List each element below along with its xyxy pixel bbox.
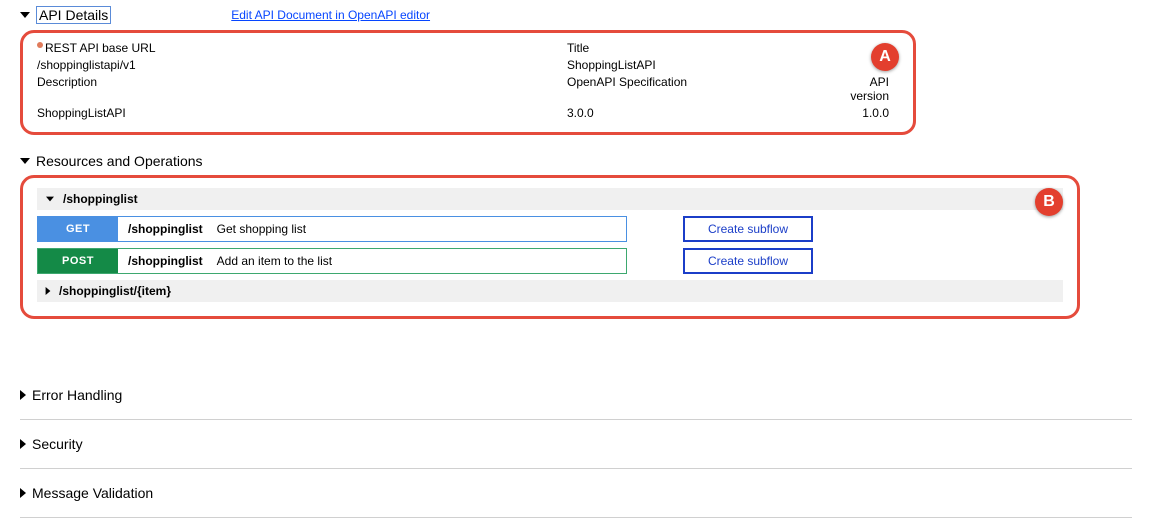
changed-dot-icon xyxy=(37,42,43,48)
security-title: Security xyxy=(32,436,83,452)
operation-get[interactable]: GET /shoppinglist Get shopping list xyxy=(37,216,627,242)
callout-badge-a: A xyxy=(871,43,899,71)
openapi-version-value: 3.0.0 xyxy=(567,106,847,120)
api-details-header-row: API Details Edit API Document in OpenAPI… xyxy=(20,4,1132,26)
title-value: ShoppingListAPI xyxy=(567,58,847,72)
resources-toggle[interactable]: Resources and Operations xyxy=(20,151,1132,171)
chevron-down-icon xyxy=(20,12,30,18)
title-label: Title xyxy=(567,41,847,55)
operation-path: /shoppinglist xyxy=(118,254,213,268)
base-url-value: /shoppinglistapi/v1 xyxy=(37,58,567,72)
api-details-toggle[interactable]: API Details xyxy=(20,4,111,26)
openapi-label: OpenAPI Specification xyxy=(567,75,847,103)
operation-summary: Add an item to the list xyxy=(213,254,336,268)
operation-summary: Get shopping list xyxy=(213,222,310,236)
resource-path-label: /shoppinglist xyxy=(63,192,138,206)
resource-path-row[interactable]: /shoppinglist xyxy=(37,188,1063,210)
chevron-down-icon xyxy=(20,158,30,164)
security-toggle[interactable]: Security xyxy=(20,434,1132,454)
http-method-badge: GET xyxy=(38,217,118,241)
chevron-down-icon xyxy=(46,197,54,202)
operation-row: POST /shoppinglist Add an item to the li… xyxy=(37,248,1063,274)
apiver-value: 1.0.0 xyxy=(847,106,899,120)
error-handling-title: Error Handling xyxy=(32,387,122,403)
create-subflow-button[interactable]: Create subflow xyxy=(683,216,813,242)
operation-path: /shoppinglist xyxy=(118,222,213,236)
resource-path-row[interactable]: /shoppinglist/{item} xyxy=(37,280,1063,302)
base-url-label: REST API base URL xyxy=(37,41,567,55)
resource-path-label: /shoppinglist/{item} xyxy=(59,284,171,298)
error-handling-toggle[interactable]: Error Handling xyxy=(20,385,1132,405)
resources-callout-box: B /shoppinglist GET /shoppinglist Get sh… xyxy=(20,175,1080,319)
section-security: Security xyxy=(20,420,1132,469)
edit-openapi-link[interactable]: Edit API Document in OpenAPI editor xyxy=(231,8,430,22)
api-details-title: API Details xyxy=(36,6,111,24)
http-method-badge: POST xyxy=(38,249,118,273)
chevron-right-icon xyxy=(46,287,51,295)
api-details-grid: REST API base URL Title /shoppinglistapi… xyxy=(37,41,899,120)
description-value: ShoppingListAPI xyxy=(37,106,567,120)
section-error-handling: Error Handling xyxy=(20,371,1132,420)
chevron-right-icon xyxy=(20,390,26,400)
operation-post[interactable]: POST /shoppinglist Add an item to the li… xyxy=(37,248,627,274)
operation-row: GET /shoppinglist Get shopping list Crea… xyxy=(37,216,1063,242)
chevron-right-icon xyxy=(20,488,26,498)
api-details-callout-box: A REST API base URL Title /shoppinglista… xyxy=(20,30,916,135)
chevron-right-icon xyxy=(20,439,26,449)
callout-badge-b: B xyxy=(1035,188,1063,216)
resources-title: Resources and Operations xyxy=(36,153,203,169)
create-subflow-button[interactable]: Create subflow xyxy=(683,248,813,274)
section-api-details: API Details Edit API Document in OpenAPI… xyxy=(20,0,1132,147)
apiver-label: API version xyxy=(847,75,899,103)
description-label: Description xyxy=(37,75,567,103)
section-message-validation: Message Validation xyxy=(20,469,1132,518)
message-validation-title: Message Validation xyxy=(32,485,153,501)
message-validation-toggle[interactable]: Message Validation xyxy=(20,483,1132,503)
section-resources: Resources and Operations B /shoppinglist… xyxy=(20,147,1132,331)
